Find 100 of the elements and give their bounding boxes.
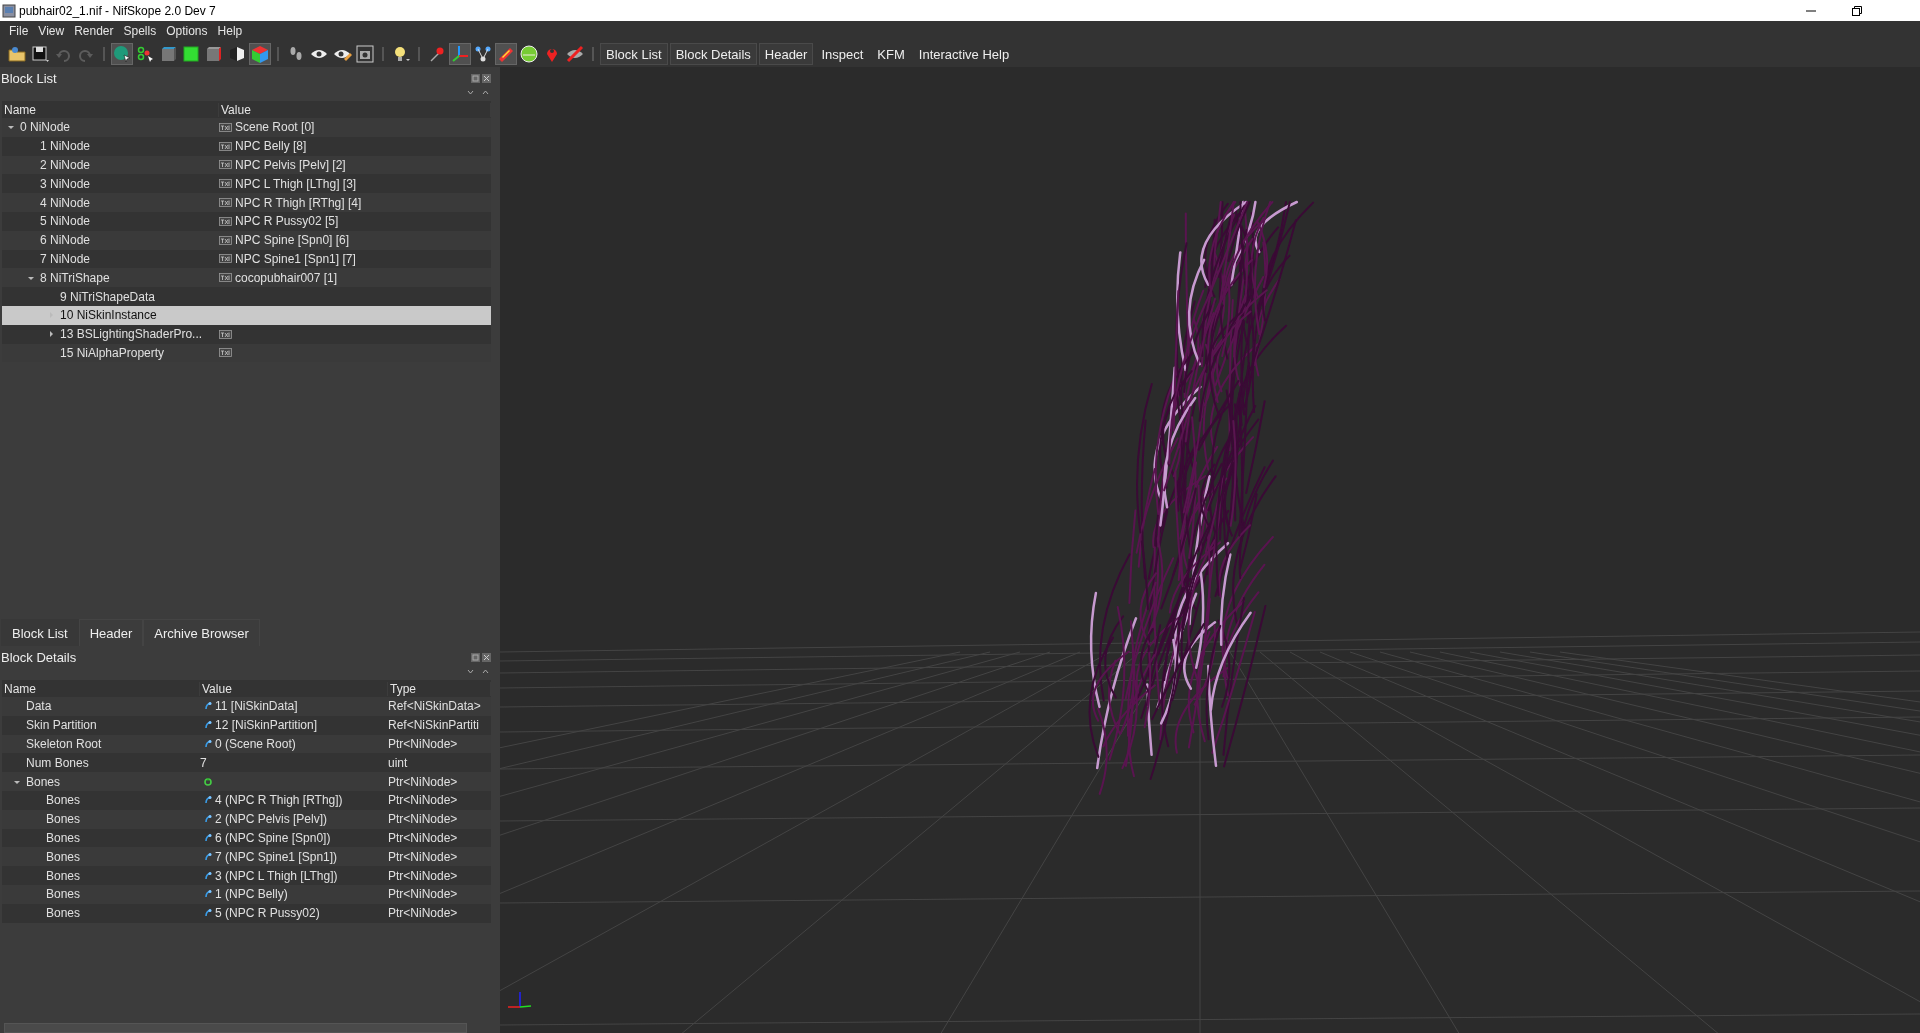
field-type: Ref<NiSkinData> bbox=[388, 699, 481, 714]
window-title: pubhair02_1.nif - NifSkope 2.0 Dev 7 bbox=[19, 3, 216, 18]
tree-row[interactable]: 9 NiTriShapeData bbox=[2, 287, 491, 306]
block-name: 4 NiNode bbox=[40, 195, 91, 210]
float-icon[interactable] bbox=[471, 652, 480, 662]
block-name: 8 NiTriShape bbox=[40, 270, 110, 285]
panel-toggle-button[interactable]: Interactive Help bbox=[912, 43, 1016, 65]
panel-toggle-button[interactable]: Inspect bbox=[815, 43, 870, 65]
save-icon[interactable] bbox=[30, 44, 50, 64]
block-name: 1 NiNode bbox=[40, 139, 91, 154]
block-name: 2 NiNode bbox=[40, 158, 91, 172]
horizontal-scrollbar[interactable] bbox=[4, 1023, 467, 1033]
panel-toggle-button[interactable]: Block List bbox=[600, 43, 668, 65]
panel-title: Block List bbox=[1, 70, 57, 86]
chevron-up-icon[interactable] bbox=[482, 668, 489, 675]
field-type: Ptr<NiNode> bbox=[388, 887, 458, 902]
close-icon[interactable] bbox=[482, 73, 491, 83]
color-cube-icon[interactable] bbox=[250, 44, 270, 64]
field-type: Ptr<NiNode> bbox=[388, 868, 458, 883]
square-icon[interactable] bbox=[181, 44, 201, 64]
block-value: Scene Root [0] bbox=[235, 120, 315, 135]
block-name: 0 NiNode bbox=[20, 120, 71, 135]
menu-item[interactable]: View bbox=[33, 24, 70, 38]
field-type: Ptr<NiNode> bbox=[388, 737, 458, 751]
column-header[interactable]: Value bbox=[200, 681, 388, 696]
cube-side-icon[interactable] bbox=[204, 44, 224, 64]
block-value: NPC Spine [Spn0] [6] bbox=[235, 233, 350, 248]
block-name: Data bbox=[26, 699, 52, 714]
chevron-up-icon[interactable] bbox=[482, 89, 489, 96]
block-name: 15 NiAlphaProperty bbox=[60, 345, 165, 360]
field-type: Ptr<NiNode> bbox=[388, 793, 458, 808]
block-name: 13 BSLightingShaderPro... bbox=[60, 327, 203, 342]
block-name: Bones bbox=[46, 906, 81, 921]
panel-toggle-button[interactable]: Header bbox=[758, 43, 814, 65]
detail-row[interactable]: Num Bones 7 uint bbox=[2, 753, 491, 773]
block-name: 6 NiNode bbox=[40, 233, 91, 248]
half-cube-icon[interactable] bbox=[227, 44, 247, 64]
block-value: NPC Pelvis [Pelv] [2] bbox=[235, 158, 346, 172]
block-value: NPC Belly [8] bbox=[235, 139, 307, 154]
column-header[interactable]: Type bbox=[388, 681, 491, 696]
field-value: 0 (Scene Root) bbox=[215, 737, 296, 751]
block-value: NPC R Pussy02 [5] bbox=[235, 214, 339, 229]
block-name: Bones bbox=[46, 830, 81, 845]
field-value: 2 (NPC Pelvis [Pelv]) bbox=[215, 812, 328, 827]
panel-toggle-button[interactable]: KFM bbox=[871, 43, 911, 65]
nodes-cursor-icon[interactable] bbox=[135, 44, 155, 64]
block-name: Bones bbox=[26, 774, 61, 789]
node-graph-icon[interactable] bbox=[473, 44, 493, 64]
block-name: Bones bbox=[46, 868, 81, 883]
panel-toggle-button[interactable]: Block Details bbox=[669, 43, 757, 65]
field-type: Ptr<NiNode> bbox=[388, 906, 458, 921]
block-name: Bones bbox=[46, 887, 81, 902]
menu-item[interactable]: File bbox=[4, 24, 34, 38]
field-value: 6 (NPC Spine [Spn0]) bbox=[215, 830, 331, 845]
disc-icon[interactable] bbox=[519, 44, 539, 64]
field-type: Ref<NiSkinPartiti bbox=[388, 718, 480, 733]
chevron-down-icon[interactable] bbox=[467, 89, 474, 96]
block-name: Bones bbox=[46, 849, 81, 864]
menu-item[interactable]: Options bbox=[161, 24, 213, 38]
field-value: 3 (NPC L Thigh [LThg]) bbox=[215, 868, 338, 883]
eye-crossed-icon[interactable] bbox=[565, 44, 585, 64]
field-value: 7 (NPC Spine1 [Spn1]) bbox=[215, 849, 338, 864]
field-type: Ptr<NiNode> bbox=[388, 830, 458, 845]
dock-tab[interactable]: Archive Browser bbox=[143, 619, 260, 646]
chevron-down-icon[interactable] bbox=[467, 668, 474, 675]
block-name: Num Bones bbox=[26, 755, 89, 770]
app-icon bbox=[2, 3, 16, 18]
axes-icon[interactable] bbox=[450, 44, 470, 64]
camera-frame-icon[interactable] bbox=[355, 44, 375, 64]
column-header[interactable]: Name bbox=[2, 102, 219, 117]
block-value: NPC R Thigh [RThg] [4] bbox=[235, 195, 362, 210]
field-value: 11 [NiSkinData] bbox=[215, 699, 298, 714]
restore-icon[interactable] bbox=[1852, 5, 1862, 16]
block-name: 3 NiNode bbox=[40, 176, 91, 191]
block-name: Bones bbox=[46, 793, 81, 808]
field-value: 12 [NiSkinPartition] bbox=[215, 718, 318, 733]
block-name: 9 NiTriShapeData bbox=[60, 289, 155, 304]
block-name: Skeleton Root bbox=[26, 737, 102, 751]
open-folder-icon[interactable] bbox=[7, 44, 27, 64]
block-value: NPC L Thigh [LThg] [3] bbox=[235, 176, 357, 191]
menu-item[interactable]: Render bbox=[69, 24, 119, 38]
field-value: 5 (NPC R Pussy02) bbox=[215, 906, 320, 921]
tree-row[interactable]: 3 NiNode NPC L Thigh [LThg] [3] bbox=[2, 174, 491, 194]
dock-tab[interactable]: Block List bbox=[1, 619, 79, 646]
field-value: 1 (NPC Belly) bbox=[215, 887, 288, 902]
float-icon[interactable] bbox=[471, 73, 480, 83]
dock-tab[interactable]: Header bbox=[78, 619, 144, 646]
axis-gizmo-icon bbox=[507, 991, 532, 1008]
menu-item[interactable]: Help bbox=[212, 24, 248, 38]
block-name: Skin Partition bbox=[26, 718, 97, 733]
menu-item[interactable]: Spells bbox=[118, 24, 162, 38]
block-value: NPC Spine1 [Spn1] [7] bbox=[235, 251, 356, 266]
block-name: 10 NiSkinInstance bbox=[60, 308, 157, 323]
column-header[interactable]: Name bbox=[2, 681, 200, 696]
column-header[interactable]: Value bbox=[219, 102, 491, 117]
field-type: Ptr<NiNode> bbox=[388, 812, 458, 827]
detail-row[interactable]: Bones 3 (NPC L Thigh [LThg]) Ptr<NiNode> bbox=[2, 866, 491, 885]
field-type: Ptr<NiNode> bbox=[388, 774, 458, 789]
close-icon[interactable] bbox=[482, 652, 491, 662]
field-value: 4 (NPC R Thigh [RThg]) bbox=[215, 793, 343, 808]
